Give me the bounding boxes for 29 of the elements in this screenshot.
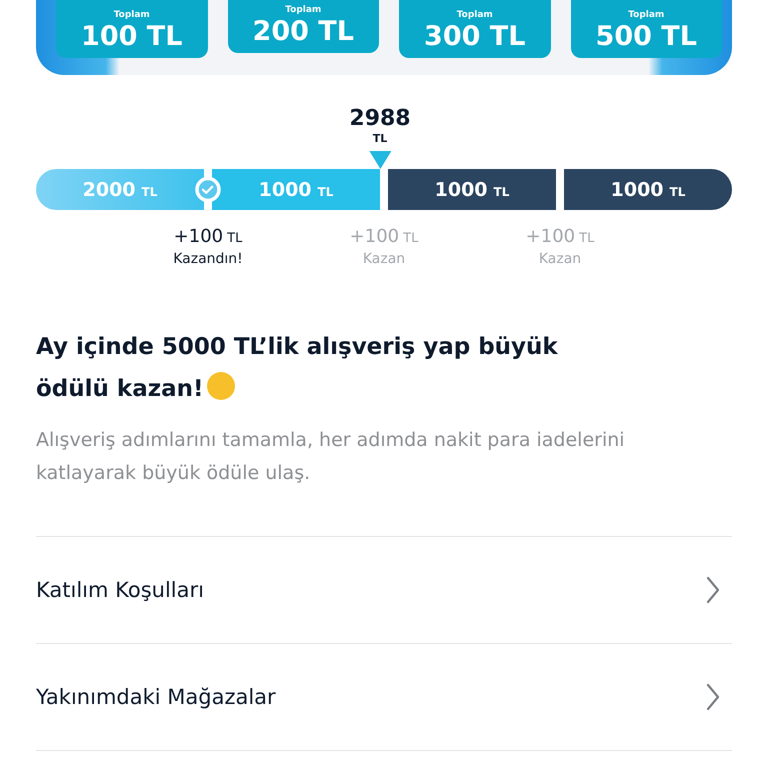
emoji-icon [206, 371, 236, 401]
segment-amount: 2000 TL [82, 178, 158, 200]
promo-description: Alışveriş adımlarını tamamla, her adımda nakit para iadelerini katlayarak büyük ödüle ulaş. [36, 428, 626, 486]
reward-status: Kazan [538, 250, 582, 268]
tile-amount: 500 TL [596, 20, 697, 54]
tile-caption: Toplam [285, 5, 322, 15]
tile-amount: 300 TL [424, 20, 526, 54]
segment-amount: 1000 TL [434, 178, 510, 200]
reward-status: Kazan [362, 250, 406, 268]
promo-title: Ay içinde 5000 TL’lik alışveriş yap büyük ödülü kazan! [36, 333, 559, 404]
tile-caption: Toplam [456, 10, 493, 20]
current-unit: TL [372, 131, 388, 147]
menu-label: Katılım Koşulları [36, 578, 204, 602]
tile-amount: 200 TL [252, 15, 354, 49]
menu-label: Yakınımdaki Mağazalar [36, 685, 276, 709]
chevron-right-icon [706, 576, 720, 604]
reward-amount: +100 TL [350, 226, 418, 249]
chevron-right-icon [706, 683, 720, 711]
tile-amount: 100 TL [81, 20, 182, 54]
tile-caption: Toplam [628, 10, 664, 20]
tile-caption: Toplam [114, 10, 150, 20]
menu-item[interactable]: Katılım Koşulları [36, 536, 732, 643]
segment-amount: 1000 TL [258, 178, 334, 200]
reward-status: Kazandın! [173, 250, 243, 268]
segment-amount: 1000 TL [610, 178, 686, 200]
current-amount: 2988 [349, 107, 411, 131]
reward-amount: +100 TL [174, 226, 242, 249]
reward-amount: +100 TL [526, 226, 594, 249]
menu-item[interactable]: Yakınımdaki Mağazalar [36, 643, 732, 751]
